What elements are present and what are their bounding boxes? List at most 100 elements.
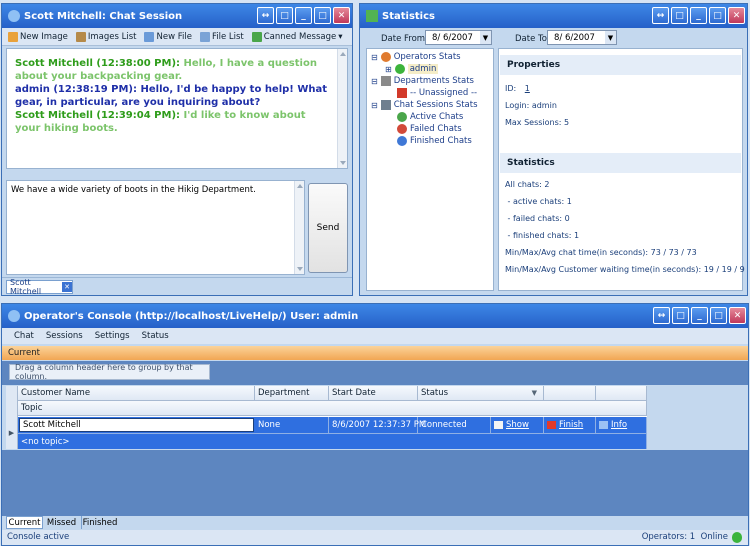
cell-department: None [255,417,329,433]
operator-icon [380,52,391,62]
tab-finished[interactable]: Finished [81,516,118,529]
property-id: ID: 1 [505,84,530,93]
cell-customer-name[interactable]: Scott Mitchell [19,418,254,432]
minimize-icon[interactable]: _ [691,307,708,324]
sessions-icon [380,100,391,110]
console-titlebar[interactable]: Operator's Console (http://localhost/Liv… [2,304,748,328]
cell-start-date: 8/6/2007 12:37:37 PM [329,417,426,433]
chat-window: Scott Mitchell: Chat Session ↔ □ _ □ ✕ N… [1,3,353,296]
group-area[interactable]: Drag a column header here to group by th… [2,361,748,385]
menu-chat[interactable]: Chat [14,331,34,341]
current-section-header: Current [2,346,748,360]
new-file-button[interactable]: New File [141,31,194,42]
close-icon[interactable]: ✕ [333,7,350,24]
table-row[interactable]: ▶ Scott Mitchell None 8/6/2007 12:37:37 … [6,417,647,449]
input-scrollbar[interactable] [294,181,304,274]
new-image-button[interactable]: New Image [5,31,71,42]
image-icon [8,31,18,42]
message-sender: admin (12:38:19 PM): [15,84,138,95]
show-icon [494,421,503,429]
statistics-window: Statistics ↔ □ _ □ ✕ Date From: 8/ 6/200… [359,3,748,296]
file-list-button[interactable]: File List [197,31,247,42]
sessions-grid: Customer Name Department Start Date Stat… [6,386,647,449]
column-start-date[interactable]: Start Date [329,386,418,401]
tree-admin[interactable]: ⊞ admin [385,64,439,74]
date-to-picker[interactable]: 8/ 6/2007 ▼ [547,30,617,45]
tab-missed[interactable]: Missed [45,516,78,529]
column-department[interactable]: Department [255,386,329,401]
chevron-down-icon[interactable]: ▼ [532,389,537,397]
expand-icon[interactable]: ⊞ [385,65,392,74]
tab-scott-mitchell[interactable]: Scott Mitchell ✕ [6,278,73,296]
cell-topic: <no topic> [18,433,647,449]
cell-status: Connected [418,417,491,433]
column-topic[interactable]: Topic [18,401,647,416]
chat-transcript[interactable]: Scott Mitchell (12:38:00 PM): Hello, I h… [6,48,348,169]
maximize-icon[interactable]: □ [314,7,331,24]
console-status-bar: Console active Operators: 1 Online [2,530,748,545]
menu-status[interactable]: Status [142,331,169,341]
canned-message-button[interactable]: Canned Message ▾ [249,31,346,42]
finish-link[interactable]: Finish [544,417,596,433]
minimize-icon[interactable]: _ [690,7,707,24]
statistics-window-title: Statistics [382,10,435,22]
chat-titlebar[interactable]: Scott Mitchell: Chat Session ↔ □ _ □ ✕ [2,4,352,28]
images-list-button[interactable]: Images List [73,31,140,42]
maximize-icon[interactable]: □ [709,7,726,24]
send-button[interactable]: Send [308,183,348,273]
collapse-icon[interactable]: ⊟ [371,77,378,86]
chat-window-title: Scott Mitchell: Chat Session [24,10,183,22]
clock-icon [397,124,407,134]
show-link[interactable]: Show [491,417,544,433]
maximize-icon[interactable]: □ [710,307,727,324]
row-selector[interactable]: ▶ [6,417,18,449]
tree-failed-chats[interactable]: Failed Chats [397,124,462,134]
dock-icon[interactable]: ↔ [653,307,670,324]
stat-waiting-time: Min/Max/Avg Customer waiting time(in sec… [505,265,745,274]
dock-icon[interactable]: ↔ [652,7,669,24]
chat-message: Scott Mitchell (12:38:00 PM): Hello, I h… [15,57,333,83]
stat-failed-chats: - failed chats: 0 [505,214,570,223]
statistics-titlebar[interactable]: Statistics ↔ □ _ □ ✕ [360,4,747,28]
menu-settings[interactable]: Settings [95,331,130,341]
dock-icon[interactable]: ↔ [257,7,274,24]
transcript-scrollbar[interactable] [337,49,347,168]
restore-icon[interactable]: □ [672,307,689,324]
stats-tree[interactable]: ⊟ Operators Stats ⊞ admin ⊟ Departments Sta… [366,48,494,291]
minimize-icon[interactable]: _ [295,7,312,24]
tree-departments-stats[interactable]: ⊟ Departments Stats [371,76,474,86]
operators-online-text: Operators: 1 Online [641,532,728,542]
chevron-down-icon: ▾ [338,31,343,42]
column-status[interactable]: Status ▼ [418,386,544,401]
collapse-icon[interactable]: ⊟ [371,53,378,62]
collapse-icon[interactable]: ⊟ [371,101,378,110]
info-link[interactable]: Info [596,417,647,433]
close-icon[interactable]: ✕ [728,7,745,24]
stat-all-chats: All chats: 2 [505,180,550,189]
chevron-down-icon[interactable]: ▼ [480,31,491,44]
message-input[interactable]: We have a wide variety of boots in the H… [6,180,305,275]
property-id-link[interactable]: 1 [525,84,530,93]
tree-chat-sessions-stats[interactable]: ⊟ Chat Sessions Stats [371,100,478,110]
tree-operators-stats[interactable]: ⊟ Operators Stats [371,52,461,62]
clock-icon [397,136,407,146]
chat-tab-strip: Scott Mitchell ✕ [2,277,352,296]
tree-unassigned[interactable]: -- Unassigned -- [397,88,477,98]
tree-finished-chats[interactable]: Finished Chats [397,136,472,146]
tab-current[interactable]: Current [6,516,43,529]
chat-toolbar: New Image Images List New File File List… [2,28,352,46]
tree-active-chats[interactable]: Active Chats [397,112,463,122]
restore-icon[interactable]: □ [671,7,688,24]
status-text: Console active [7,532,70,542]
console-icon [8,310,20,322]
property-login: Login: admin [505,101,557,110]
restore-icon[interactable]: □ [276,7,293,24]
close-icon[interactable]: ✕ [729,307,746,324]
console-window: Operator's Console (http://localhost/Liv… [1,303,749,546]
tab-close-icon[interactable]: ✕ [62,282,72,292]
date-from-picker[interactable]: 8/ 6/2007 ▼ [425,30,492,45]
chevron-down-icon[interactable]: ▼ [605,31,616,44]
menu-sessions[interactable]: Sessions [46,331,83,341]
console-menubar: Chat Sessions Settings Status [2,328,748,344]
column-customer-name[interactable]: Customer Name [18,386,255,401]
